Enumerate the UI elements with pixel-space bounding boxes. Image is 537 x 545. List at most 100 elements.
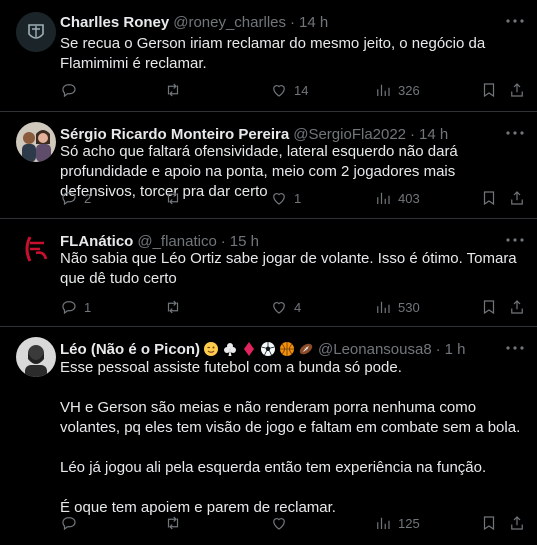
soccer-ball-emoji [261,342,276,356]
tweet-actions: 125 [60,513,526,533]
more-icon[interactable] [505,231,525,249]
diamond-suit-emoji [244,342,255,356]
views-count: 530 [398,299,420,315]
reply-button[interactable]: 2 [60,188,91,208]
tweet[interactable]: Sérgio Ricardo Monteiro Pereira @SergioF… [0,112,537,219]
views-icon [377,192,390,204]
emoji-row [200,341,314,357]
share-icon [511,516,523,530]
separator-dot: · [410,125,416,143]
timestamp[interactable]: 15 h [230,233,259,250]
bookmark-button[interactable] [480,80,498,100]
display-name[interactable]: FLAnático [60,233,133,250]
tweet[interactable]: Charlles Roney @roney_charlles · 14 h Se… [0,0,537,112]
more-icon[interactable] [505,124,525,142]
like-icon [273,193,285,205]
tweet-text: Esse pessoal assiste futebol com a bunda… [60,359,521,516]
bookmark-icon [483,83,495,98]
share-icon [511,300,523,314]
separator-dot: · [220,232,226,250]
avatar[interactable] [16,229,56,269]
tweet[interactable]: FLAnático @_flanatico · 15 h Não sabia q… [0,219,537,327]
separator-dot: · [290,13,295,31]
tweet-header: Léo (Não é o Picon) @Leonansousa8 · 1 h [60,339,525,359]
like-button[interactable]: 1 [270,188,301,208]
american-football-emoji [299,343,313,355]
like-icon [273,518,285,530]
reply-button[interactable] [60,80,84,100]
avatar[interactable] [16,12,56,52]
like-count: 4 [294,299,302,315]
share-button[interactable] [508,80,526,100]
tweet[interactable]: Léo (Não é o Picon) @Leonansousa8 · 1 h … [0,327,537,545]
bookmark-button[interactable] [480,297,498,317]
user-handle[interactable]: @SergioFla2022 [293,126,406,143]
reply-count: 1 [84,299,92,315]
user-handle[interactable]: @Leonansousa8 [318,341,432,358]
timestamp[interactable]: 14 h [299,14,328,31]
avatar[interactable] [16,122,56,162]
share-button[interactable] [508,297,526,317]
separator-dot: · [435,340,441,358]
display-name[interactable]: Charlles Roney [60,14,169,31]
views-icon [377,84,390,96]
tweet-actions: 2 1 403 [60,188,526,208]
reply-icon [62,301,76,315]
views-button[interactable]: 403 [374,188,420,208]
tweet-header: FLAnático @_flanatico · 15 h [60,231,525,251]
like-button[interactable] [270,513,294,533]
reply-count: 2 [84,190,92,206]
avatar[interactable] [16,337,56,377]
basketball-emoji [280,342,295,356]
timestamp[interactable]: 1 h [445,341,466,358]
display-name[interactable]: Léo (Não é o Picon) [60,341,200,358]
views-count: 403 [398,190,420,206]
like-count: 1 [294,190,302,206]
share-icon [511,83,523,97]
retweet-icon [167,191,179,205]
tweet-actions: 14 326 [60,80,526,100]
more-icon[interactable] [505,12,525,30]
views-button[interactable]: 125 [374,513,420,533]
bookmark-icon [483,516,495,531]
reply-icon [62,517,76,531]
views-icon [377,301,390,313]
retweet-button[interactable] [164,188,188,208]
views-icon [377,517,390,529]
retweet-icon [167,300,179,314]
share-icon [511,191,523,205]
reply-icon [62,192,76,206]
tweet-text: Não sabia que Léo Ortiz sabe jogar de vo… [60,250,521,287]
more-icon[interactable] [505,339,525,357]
retweet-button[interactable] [164,297,188,317]
retweet-button[interactable] [164,80,188,100]
timestamp[interactable]: 14 h [419,126,448,143]
bookmark-button[interactable] [480,513,498,533]
like-button[interactable]: 14 [270,80,308,100]
share-button[interactable] [508,513,526,533]
club-suit-emoji [224,343,237,356]
views-count: 326 [398,82,420,98]
retweet-icon [167,516,179,530]
tweet-text: Se recua o Gerson iriam reclamar do mesm… [60,35,490,72]
retweet-button[interactable] [164,513,188,533]
user-handle[interactable]: @_flanatico [137,233,216,250]
user-handle[interactable]: @roney_charlles [173,14,286,31]
tweet-actions: 1 4 530 [60,297,526,317]
views-count: 125 [398,515,420,531]
share-button[interactable] [508,188,526,208]
like-icon [273,85,285,97]
bookmark-button[interactable] [480,188,498,208]
reply-button[interactable] [60,513,84,533]
tweet-header: Charlles Roney @roney_charlles · 14 h [60,12,525,32]
reply-button[interactable]: 1 [60,297,91,317]
views-button[interactable]: 530 [374,297,420,317]
reply-icon [62,84,76,98]
views-button[interactable]: 326 [374,80,420,100]
like-button[interactable]: 4 [270,297,301,317]
bookmark-icon [483,300,495,315]
wink-emoji [204,342,219,356]
bookmark-icon [483,191,495,206]
display-name[interactable]: Sérgio Ricardo Monteiro Pereira [60,126,289,143]
tweet-header: Sérgio Ricardo Monteiro Pereira @SergioF… [60,124,525,144]
